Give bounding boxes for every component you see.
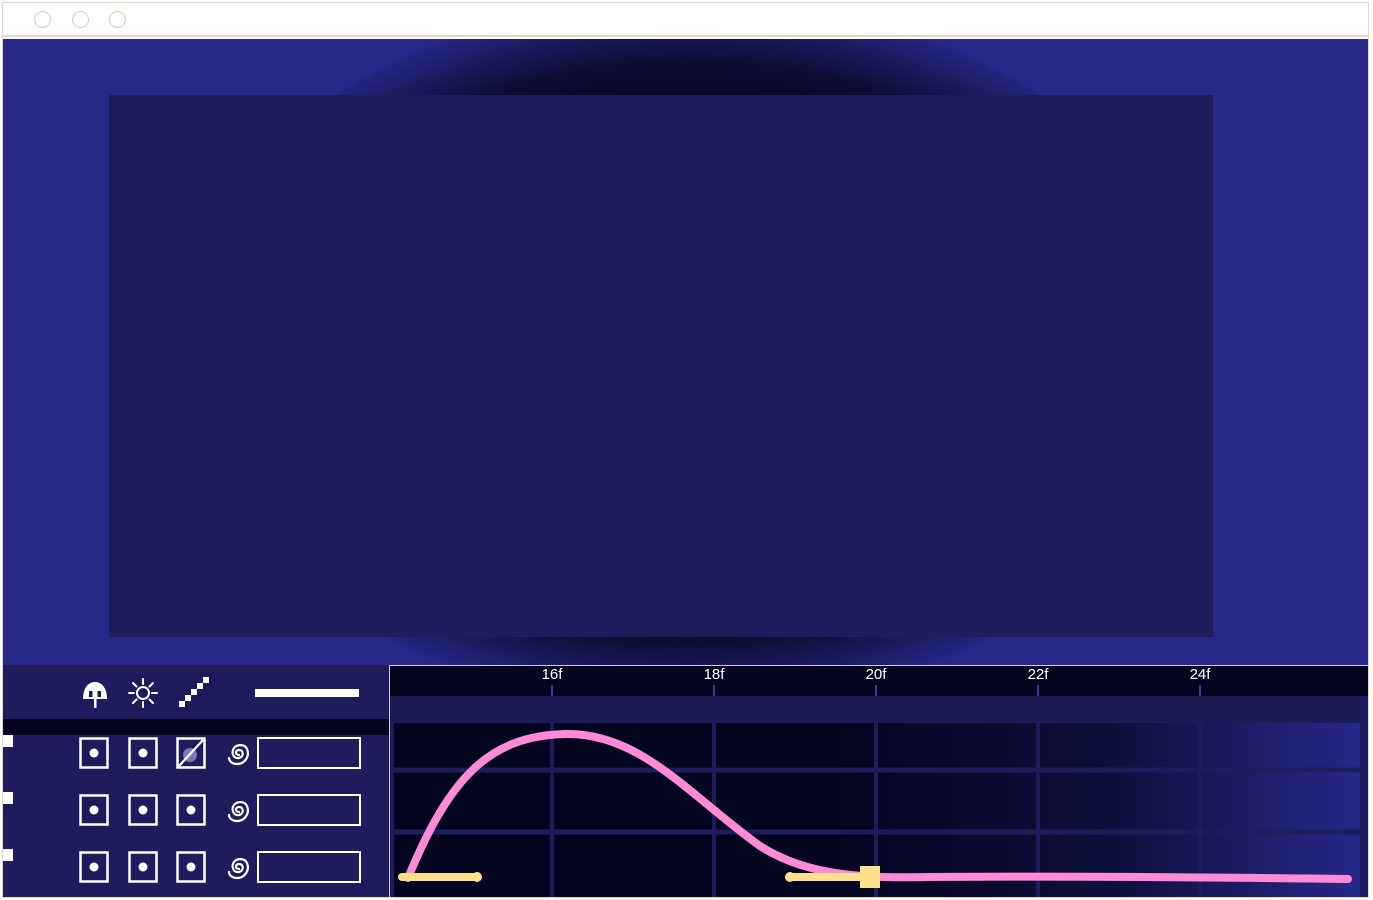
stage-area (3, 39, 1368, 665)
timeline-panel: 16f 18f 20f 22f 24f (3, 665, 1368, 897)
layer-name-field[interactable] (257, 851, 361, 883)
layer-name-field[interactable] (257, 794, 361, 826)
bezier-handle-start[interactable] (398, 872, 482, 882)
ghost-icon[interactable] (79, 677, 111, 709)
onion-skin-off-icon[interactable] (176, 737, 206, 769)
lock-toggle-icon[interactable] (128, 794, 158, 826)
opacity-slider[interactable] (255, 689, 359, 697)
minimize-window-button[interactable] (72, 11, 89, 28)
onion-skin-toggle-icon[interactable] (176, 851, 206, 883)
layer-name-field[interactable] (257, 737, 361, 769)
layer-row-tab[interactable] (3, 849, 13, 861)
lock-toggle-icon[interactable] (128, 737, 158, 769)
layer-divider (3, 719, 389, 735)
spiral-icon[interactable] (223, 794, 253, 826)
title-bar (3, 3, 1368, 37)
keyframe-marker[interactable] (860, 866, 880, 888)
track-graph (394, 723, 1360, 897)
layer-row[interactable] (3, 735, 389, 775)
bezier-handle-end[interactable] (785, 872, 872, 882)
timeline-track-area[interactable]: 16f 18f 20f 22f 24f (389, 665, 1368, 897)
zoom-window-button[interactable] (109, 11, 126, 28)
lock-toggle-icon[interactable] (128, 851, 158, 883)
spiral-icon[interactable] (223, 851, 253, 883)
visibility-toggle-icon[interactable] (79, 794, 109, 826)
visibility-toggle-icon[interactable] (79, 851, 109, 883)
visibility-toggle-icon[interactable] (79, 737, 109, 769)
app-window: 16f 18f 20f 22f 24f (2, 2, 1369, 898)
stairs-icon[interactable] (177, 677, 209, 709)
spiral-icon[interactable] (223, 737, 253, 769)
layer-row[interactable] (3, 849, 389, 889)
layer-toolbar (3, 665, 389, 719)
layer-row[interactable] (3, 792, 389, 832)
close-window-button[interactable] (34, 11, 51, 28)
drawing-canvas[interactable] (109, 95, 1213, 637)
onion-skin-toggle-icon[interactable] (176, 794, 206, 826)
layer-row-tab[interactable] (3, 735, 13, 747)
sun-icon[interactable] (127, 677, 159, 709)
layer-row-tab[interactable] (3, 792, 13, 804)
